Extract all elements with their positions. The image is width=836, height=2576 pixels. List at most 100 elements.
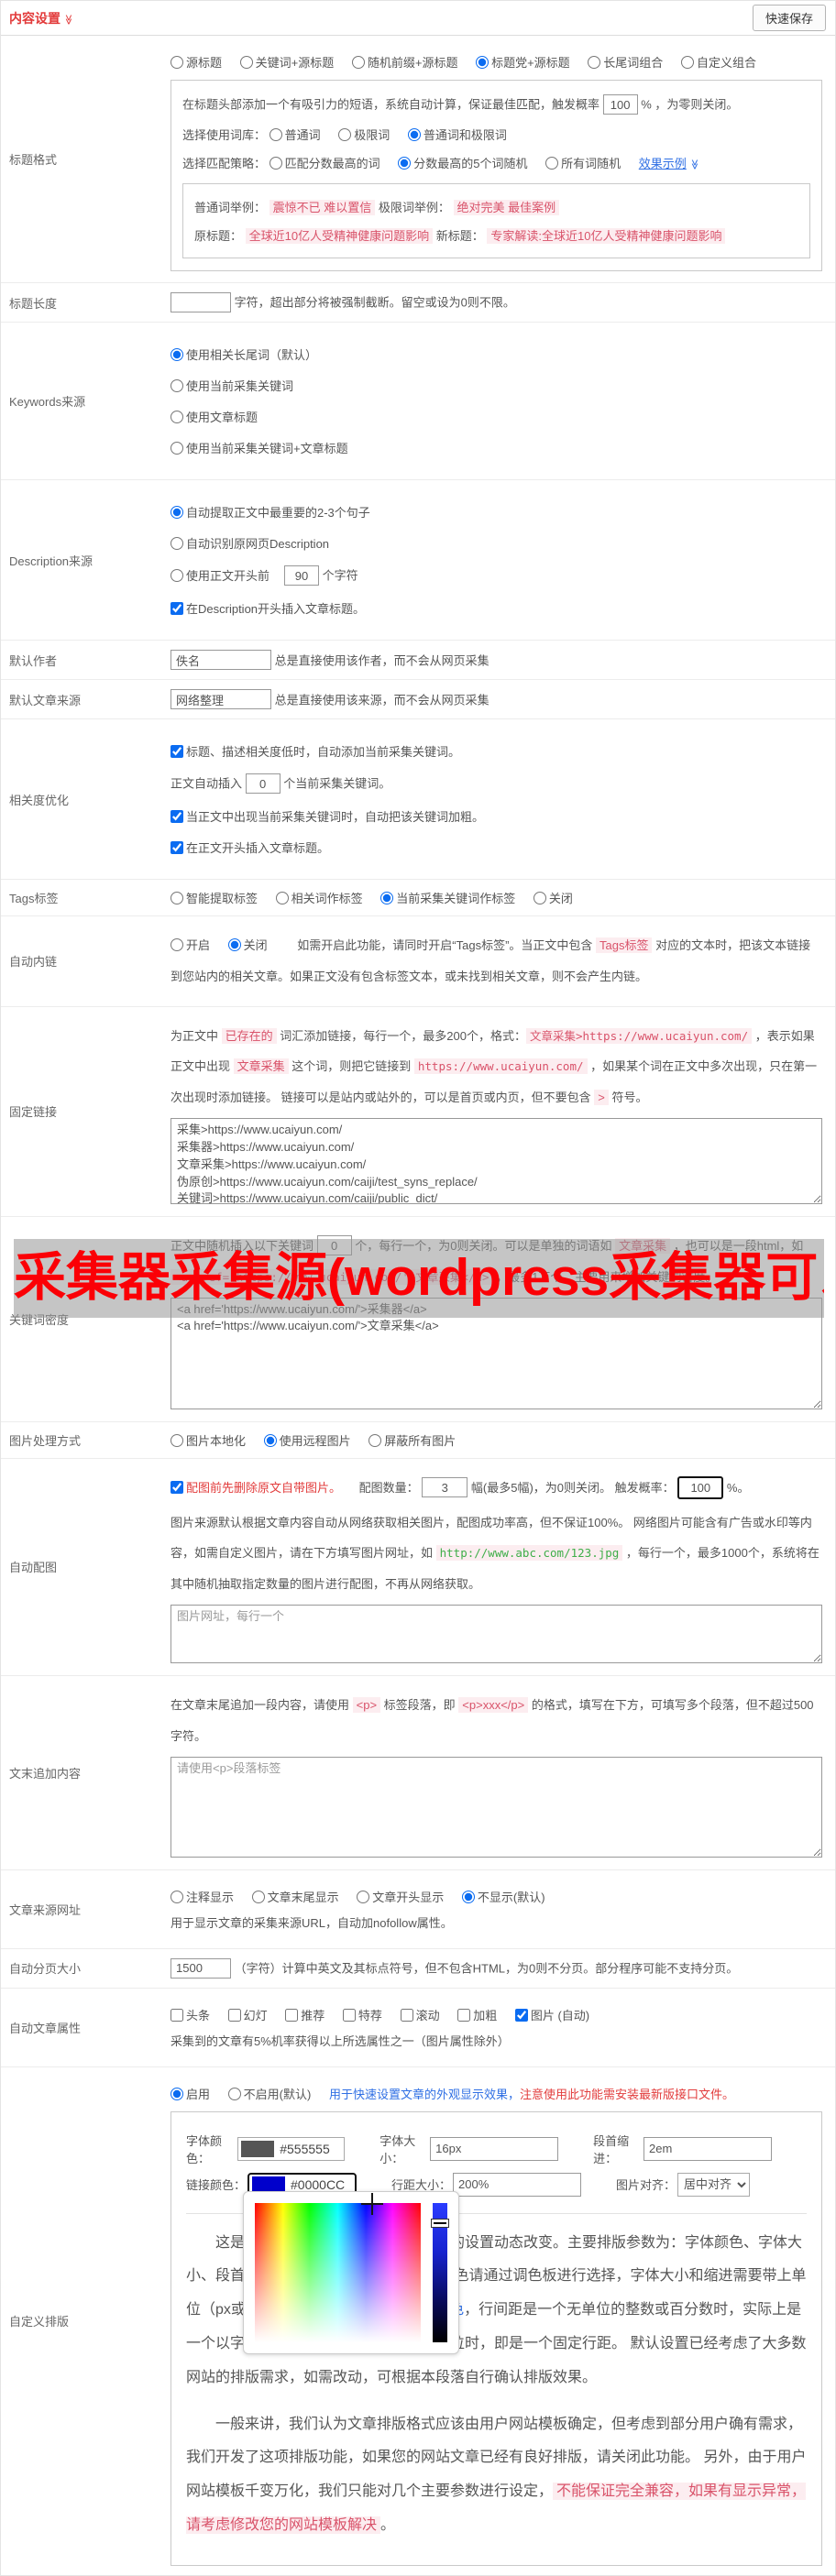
row-auto-image: 自动配图 配图前先删除原文自带图片。 配图数量： 幅(最多5幅)，为0则关闭。 … [1, 1459, 835, 1676]
row-tags: Tags标签 智能提取标签 相关词作标签 当前采集关键词作标签 关闭 [1, 880, 835, 916]
row-label: 自动内链 [9, 955, 58, 970]
default-author-input[interactable] [170, 650, 271, 670]
radio-innerlink-off [227, 938, 241, 951]
pagination-size-input[interactable] [170, 1957, 231, 1979]
content-settings-panel: 内容设置 ≫ 快速保存 标题格式 源标题 关键词+源标题 随机前缀+源标题 标题党… [0, 0, 836, 2576]
expand-chevron-icon: ≫ [688, 159, 700, 170]
radio-layout-enable [170, 2087, 183, 2100]
row-label: 图片处理方式 [9, 1433, 82, 1448]
title-length-input[interactable] [170, 292, 231, 312]
radio-keyword-source-title [239, 56, 253, 69]
radio-comment-display [170, 1890, 183, 1903]
link-color-swatch [252, 2176, 286, 2193]
line-height-input[interactable] [453, 2172, 582, 2197]
row-label: 自动分页大小 [9, 1962, 82, 1977]
slider-handle-icon[interactable] [431, 2218, 449, 2228]
image-urls-textarea[interactable] [170, 1604, 822, 1663]
source-url-desc: 用于显示文章的采集来源URL，自动加nofollow属性。 [170, 1915, 453, 1930]
layout-demo-paragraph-2: 一般来讲，我们认为文章排版格式应该由用户网站模板确定，但考虑到部分用户确有需求，… [186, 2416, 807, 2534]
radio-top5-random [398, 157, 412, 170]
row-label: 文末追加内容 [9, 1766, 82, 1781]
title-prob-input[interactable] [602, 94, 638, 115]
radio-original-description [170, 537, 183, 550]
radio-keyword-tags [380, 892, 394, 904]
quick-save-button[interactable]: 快速保存 [752, 5, 826, 31]
row-title-format: 标题格式 源标题 关键词+源标题 随机前缀+源标题 标题党+源标题 长尾词组合 … [1, 36, 835, 283]
radio-block-images [368, 1433, 382, 1447]
article-attrs-desc: 采集到的文章有5%机率获得以上所选属性之一（图片属性除外） [170, 2033, 510, 2048]
value-slider[interactable] [431, 2202, 449, 2342]
radio-source-title [170, 56, 183, 69]
row-append-content: 文末追加内容 在文章末尾追加一段内容，请使用 <p> 标签段落，即 <p>xxx… [1, 1676, 835, 1870]
radio-random-prefix-title [351, 56, 365, 69]
fixed-links-desc: 为正文中 已存在的 词汇添加链接，每行一个，最多200个，格式： 文章采集>htt… [170, 1027, 818, 1106]
desc-chars-input[interactable] [284, 565, 320, 586]
layout-note-red: 注意使用此功能需安装最新版接口文件。 [519, 2087, 734, 2101]
radio-smart-tags [170, 892, 183, 904]
image-prob-input[interactable] [677, 1475, 724, 1499]
overlay-banner-text: 采集器采集源(wordpress采集器可以批量采 [14, 1248, 824, 1308]
image-count-input[interactable] [422, 1477, 468, 1498]
font-color-hex-input[interactable] [274, 2141, 345, 2156]
panel-header: 内容设置 ≫ 快速保存 [1, 1, 835, 36]
checkbox-image-attr [514, 2008, 528, 2022]
row-auto-innerlink: 自动内链 开启 关闭 如需开启此功能，请同时开启“Tags标签”。当正文中包含 … [1, 916, 835, 1007]
fixed-links-textarea[interactable]: 采集>https://www.ucaiyun.com/ 采集器>https://… [170, 1117, 822, 1204]
radio-start-display [357, 1890, 370, 1903]
default-source-input[interactable] [170, 689, 271, 709]
example-box: 普通词举例： 震惊不已 难以置信 极限词举例： 绝对完美 最佳案例 原标题： 全… [182, 183, 810, 258]
checkbox-recommend [285, 2008, 299, 2022]
radio-remote-images [263, 1433, 277, 1447]
effect-example-link[interactable]: 效果示例 ≫ [639, 157, 700, 170]
indent-input[interactable] [644, 2136, 773, 2161]
radio-related-tags [275, 892, 289, 904]
row-label: 默认作者 [9, 653, 58, 668]
row-label: Tags标签 [9, 892, 59, 905]
radio-custom-combo [680, 56, 694, 69]
link-color-hex-input[interactable] [285, 2176, 356, 2192]
checkbox-bold [457, 2008, 471, 2022]
radio-no-display [461, 1890, 475, 1903]
color-picker-popup [243, 2190, 459, 2354]
radio-clickbait-title [476, 56, 490, 69]
overlay-banner: 采集器采集源(wordpress采集器可以批量采 [14, 1238, 824, 1318]
row-label: Description来源 [9, 554, 94, 568]
checkbox-headline [170, 2008, 183, 2022]
insert-count-input[interactable] [245, 773, 280, 794]
radio-current-keywords [170, 379, 183, 392]
row-default-author: 默认作者 总是直接使用该作者，而不会从网页采集 [1, 641, 835, 680]
radio-end-display [251, 1890, 265, 1903]
row-label: 标题长度 [9, 296, 58, 311]
row-label: 默认文章来源 [9, 693, 82, 707]
saturation-area[interactable] [255, 2192, 421, 2342]
row-keywords-source: Keywords来源 使用相关长尾词（默认） 使用当前采集关键词 使用文章标题 … [1, 323, 835, 480]
radio-extract-sentences [170, 506, 183, 519]
append-content-textarea[interactable] [170, 1756, 822, 1858]
radio-layout-disable [227, 2087, 241, 2100]
row-source-url: 文章来源网址 注释显示 文章末尾显示 文章开头显示 不显示(默认) 用于显示文章… [1, 1870, 835, 1949]
crosshair-icon [360, 2192, 383, 2215]
row-fixed-links: 固定链接 为正文中 已存在的 词汇添加链接，每行一个，最多200个，格式： 文章采… [1, 1007, 835, 1217]
row-article-attrs: 自动文章属性 头条 幻灯 推荐 特荐 滚动 加粗 图片 (自动) 采集到的文章有… [1, 1989, 835, 2067]
page-title[interactable]: 内容设置 ≫ [9, 9, 74, 27]
font-size-input[interactable] [430, 2136, 559, 2161]
checkbox-bold-keywords [170, 810, 183, 823]
row-label: 固定链接 [9, 1105, 58, 1120]
row-label: Keywords来源 [9, 395, 86, 409]
original-title-example: 全球近10亿人受精神健康问题影响 [245, 228, 434, 244]
row-default-source: 默认文章来源 总是直接使用该来源，而不会从网页采集 [1, 680, 835, 719]
radio-highest-score [269, 157, 282, 170]
radio-longtail-combo [588, 56, 601, 69]
checkbox-insert-title-body [170, 841, 183, 854]
radio-tags-off [533, 892, 546, 904]
checkbox-remove-original-images [170, 1480, 183, 1494]
radio-related-longtail [170, 348, 183, 361]
custom-layout-box: 字体颜色： 字体大小： 段首缩进： [170, 2110, 822, 2566]
extreme-words-example: 绝对完美 最佳案例 [453, 200, 560, 215]
radio-extreme-words [338, 128, 352, 141]
image-align-select[interactable]: 居中对齐 [677, 2172, 751, 2197]
font-color-picker[interactable] [237, 2136, 346, 2161]
row-keyword-density: 关键词密度 正文中随机插入以下关键词 个，每行一个，为0则关闭。可以是单独的词语… [1, 1217, 835, 1422]
new-title-example: 专家解读:全球近10亿人受精神健康问题影响 [487, 228, 726, 244]
radio-article-title [170, 411, 183, 423]
